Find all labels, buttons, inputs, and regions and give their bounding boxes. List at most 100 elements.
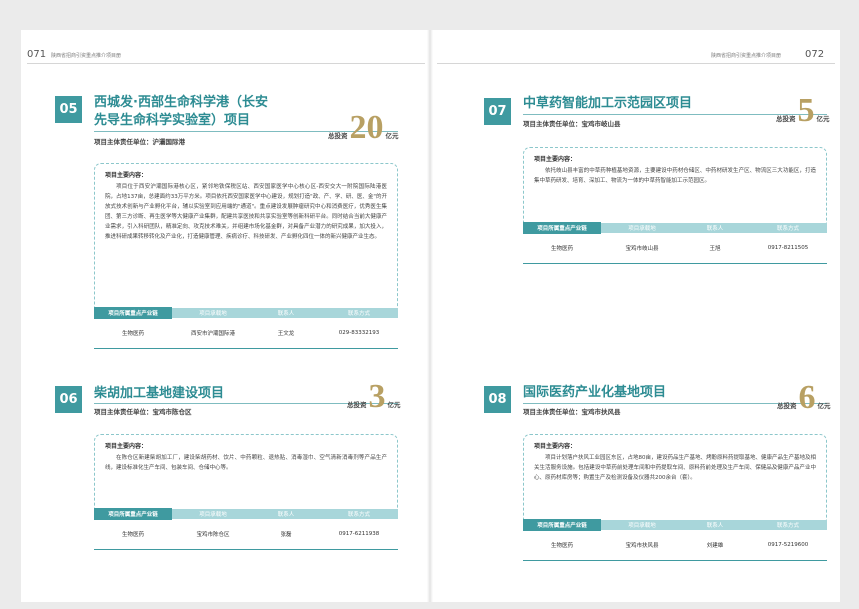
project-number-badge: 06 [55,386,82,413]
cell-contact: 王文龙 [277,331,295,337]
table-bottom-rule [523,263,827,264]
cell-location: 宝鸡市陈仓区 [196,532,230,538]
project-info-table: 项目所属重点产业链 项目承载地 联系人 联系方式 生物医药 西安市沪灞国际港 王… [94,307,398,349]
cell-location: 宝鸡市扶风县 [625,543,659,549]
cell-contact: 刘建雄 [706,543,724,549]
invest-label: 总投资 [347,401,367,409]
invest-label: 总投资 [328,132,348,140]
cell-phone: 0917-5219600 [767,542,809,548]
project-content-box: 项目主要内容： 项目位于西安沪灞国际港核心区，紧邻地铁保税区站、西安国家医学中心… [94,163,398,317]
cell-contact: 张磊 [280,532,292,538]
invest-unit: 亿元 [385,132,399,140]
col-phone: 联系方式 [776,523,799,529]
total-investment: 总投资 20 亿元 [328,109,399,146]
col-location: 项目承载地 [199,311,227,317]
cell-location: 宝鸡市岐山县 [625,246,659,252]
table-header: 项目所属重点产业链 项目承载地 联系人 联系方式 [523,519,827,531]
total-investment: 总投资 5 亿元 [776,92,830,129]
project-title-line2: 先导生命科学实验室）项目 [94,113,251,128]
project-info-table: 项目所属重点产业链 项目承载地 联系人 联系方式 生物医药 宝鸡市陈仓区 张磊 … [94,508,398,550]
page-number: 072 [805,49,825,60]
col-location: 项目承载地 [628,523,656,529]
content-text: 在陈仓区新建柴胡加工厂，建设柴胡药材、饮片、中药颗粒、退热贴、消毒湿巾、空气清新… [105,455,387,471]
responsible-unit: 项目主体责任单位：宝鸡市扶风县 [523,406,621,416]
unit-label: 项目主体责任单位： [94,408,153,416]
invest-unit: 亿元 [816,115,830,123]
cell-location: 西安市沪灞国际港 [190,331,235,337]
left-page: 071 陕西省招商引资重点推介项目册 05 西城发·西部生命科学港（长安 先导生… [21,30,430,602]
page-header: 陕西省招商引资重点推介项目册 [711,53,782,59]
col-contact: 联系人 [277,512,295,518]
table-bottom-rule [523,560,827,561]
cell-phone: 0917-6211938 [338,531,380,537]
table-row: 生物医药 宝鸡市扶风县 刘建雄 0917-5219600 [523,530,827,560]
total-investment: 总投资 3 亿元 [347,378,401,415]
project-number-badge: 07 [484,98,511,125]
responsible-unit: 项目主体责任单位：宝鸡市岐山县 [523,118,621,128]
col-phone: 联系方式 [776,226,799,232]
table-bottom-rule [94,348,398,349]
cell-contact: 王旭 [709,246,721,252]
col-phone: 联系方式 [347,311,370,317]
project-content-box: 项目主要内容： 项目计划落户扶风工业园区东区，占地80亩，建设药品生产基地、烤酚… [523,434,827,526]
unit-label: 项目主体责任单位： [523,120,582,128]
cell-phone: 0917-8211505 [767,245,809,251]
col-contact: 联系人 [706,226,724,232]
cell-phone: 029-83332193 [338,330,380,336]
col-location: 项目承载地 [199,512,227,518]
project-title: 柴胡加工基地建设项目 [94,386,225,401]
project-info-table: 项目所属重点产业链 项目承载地 联系人 联系方式 生物医药 宝鸡市扶风县 刘建雄… [523,519,827,561]
project-content-box: 项目主要内容： 在陈仓区新建柴胡加工厂，建设柴胡药材、饮片、中药颗粒、退热贴、消… [94,434,398,516]
content-label: 项目主要内容： [105,443,148,450]
responsible-unit: 项目主体责任单位：宝鸡市陈仓区 [94,406,192,416]
content-text: 依托岐山县丰富的中草药种植基地资源，主要建设中药材仓储区、中药材研发生产区、物流… [534,168,816,184]
unit-value: 沪灞国际港 [152,138,186,146]
project-title-line1: 西城发·西部生命科学港（长安 [94,95,268,110]
col-contact: 联系人 [706,523,724,529]
col-location: 项目承载地 [628,226,656,232]
content-text: 项目计划落户扶风工业园区东区，占地80亩，建设药品生产基地、烤酚原料药提取基地、… [534,455,817,481]
unit-label: 项目主体责任单位： [523,408,582,416]
page-number: 071 [27,49,47,60]
table-bottom-rule [94,549,398,550]
brochure-spread: 071 陕西省招商引资重点推介项目册 05 西城发·西部生命科学港（长安 先导生… [21,30,840,602]
table-header: 项目所属重点产业链 项目承载地 联系人 联系方式 [523,222,827,234]
invest-value: 5 [797,92,815,129]
table-row: 生物医药 宝鸡市岐山县 王旭 0917-8211505 [523,233,827,263]
content-label: 项目主要内容： [534,443,577,450]
invest-label: 总投资 [776,115,796,123]
page-header: 陕西省招商引资重点推介项目册 [51,53,122,59]
cell-industry-chain: 生物医药 [121,532,144,538]
table-row: 生物医药 宝鸡市陈仓区 张磊 0917-6211938 [94,519,398,549]
project-content-box: 项目主要内容： 依托岐山县丰富的中草药种植基地资源，主要建设中药材仓储区、中药材… [523,147,827,229]
table-header: 项目所属重点产业链 项目承载地 联系人 联系方式 [94,508,398,520]
cell-industry-chain: 生物医药 [550,246,573,252]
responsible-unit: 项目主体责任单位：沪灞国际港 [94,136,185,146]
unit-value: 宝鸡市岐山县 [581,120,621,128]
invest-value: 20 [349,109,384,146]
project-number-badge: 05 [55,96,82,123]
table-header: 项目所属重点产业链 项目承载地 联系人 联系方式 [94,307,398,319]
col-contact: 联系人 [277,311,295,317]
cell-industry-chain: 生物医药 [550,543,573,549]
unit-label: 项目主体责任单位： [94,138,153,146]
invest-label: 总投资 [777,402,797,410]
invest-value: 3 [368,378,386,415]
project-info-table: 项目所属重点产业链 项目承载地 联系人 联系方式 生物医药 宝鸡市岐山县 王旭 … [523,222,827,264]
unit-value: 宝鸡市扶风县 [581,408,621,416]
project-number-badge: 08 [484,386,511,413]
content-label: 项目主要内容： [105,172,148,179]
invest-unit: 亿元 [817,402,831,410]
cell-industry-chain: 生物医药 [121,331,144,337]
table-row: 生物医药 西安市沪灞国际港 王文龙 029-83332193 [94,318,398,348]
right-page: 陕西省招商引资重点推介项目册 072 07 中草药智能加工示范园区项目 项目主体… [431,30,840,602]
invest-unit: 亿元 [387,401,401,409]
header-rule [437,63,835,64]
project-title: 国际医药产业化基地项目 [523,385,667,400]
content-text: 项目位于西安沪灞国际港核心区，紧邻地铁保税区站、西安国家医学中心核心区-西安交大… [105,184,387,240]
col-phone: 联系方式 [347,512,370,518]
header-rule [27,63,425,64]
invest-value: 6 [798,379,816,416]
unit-value: 宝鸡市陈仓区 [152,408,192,416]
project-title: 中草药智能加工示范园区项目 [523,96,693,111]
